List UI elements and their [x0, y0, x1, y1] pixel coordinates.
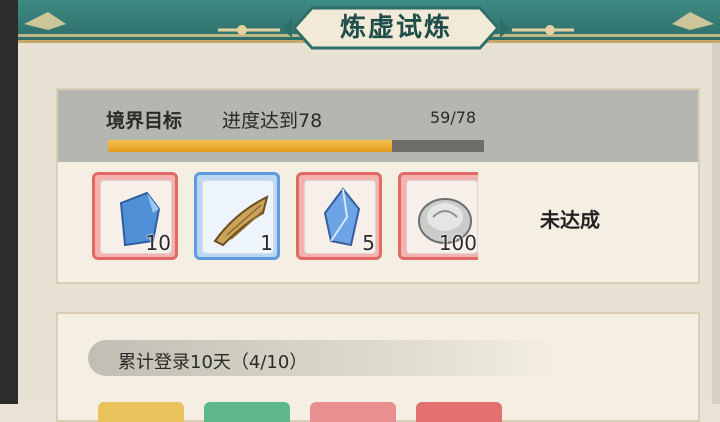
- reward-list: 10 1 5 100: [92, 172, 478, 264]
- login-task-label: 累计登录10天（4/10）: [118, 352, 308, 373]
- page-title: 炼虚试炼: [339, 13, 452, 43]
- right-edge: [712, 0, 720, 404]
- task-card-login: 累计登录10天（4/10）: [56, 312, 700, 422]
- reward-slot[interactable]: [204, 402, 290, 422]
- goal-text: 进度达到78: [222, 110, 323, 132]
- reward-quantity: 10: [145, 231, 171, 255]
- task-card-realm: 境界目标 进度达到78 59/78 10 1 5 100 未达成: [56, 88, 700, 284]
- task-card-header: 境界目标 进度达到78 59/78: [58, 90, 698, 162]
- progress-bar: [108, 140, 484, 152]
- left-edge: [0, 0, 18, 404]
- reward-slot[interactable]: 100: [398, 172, 478, 260]
- reward-slot[interactable]: [416, 402, 502, 422]
- title-banner: 炼虚试炼: [18, 0, 720, 50]
- reward-slot[interactable]: 1: [194, 172, 280, 260]
- progress-text: 59/78: [430, 108, 477, 127]
- reward-quantity: 1: [260, 231, 273, 255]
- reward-slot[interactable]: [310, 402, 396, 422]
- reward-slot[interactable]: [98, 402, 184, 422]
- reward-slot[interactable]: 5: [296, 172, 382, 260]
- progress-bar-fill: [108, 140, 393, 152]
- title-plate: 炼虚试炼: [280, 6, 512, 50]
- status-label: 未达成: [540, 208, 600, 232]
- reward-quantity: 5: [362, 231, 375, 255]
- realm-label: 境界目标: [106, 110, 183, 132]
- reward-quantity: 100: [438, 231, 477, 255]
- reward-slot[interactable]: 10: [92, 172, 178, 260]
